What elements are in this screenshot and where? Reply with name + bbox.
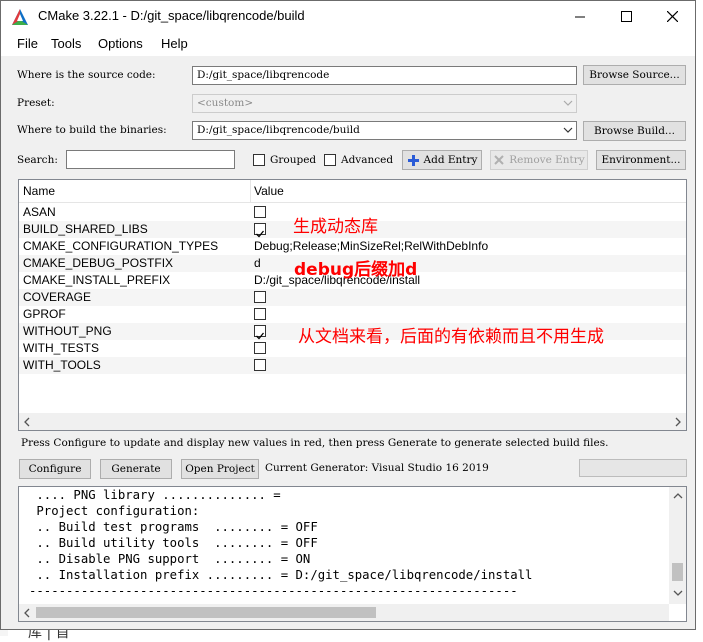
add-entry-label: Add Entry [423,154,478,166]
entry-value: d [254,256,261,270]
log-line: .. Installation prefix ......... = D:/gi… [29,568,533,582]
minimize-icon [575,16,585,17]
annotation-debug-postfix: debug后缀加d [294,260,418,280]
title-bar[interactable]: CMake 3.22.1 - D:/git_space/libqrencode/… [1,1,695,32]
chevron-right-icon[interactable] [673,417,683,427]
entry-name: GPROF [23,307,66,321]
remove-entry-label: Remove Entry [509,154,585,166]
configure-button[interactable]: Configure [19,459,91,479]
source-path-input[interactable]: D:/git_space/libqrencode [192,66,577,85]
menu-file[interactable]: File [17,36,38,51]
cmake-logo-icon [12,9,28,25]
build-path-value: D:/git_space/libqrencode/build [197,124,360,136]
search-label: Search: [17,154,58,166]
current-generator-label: Current Generator: Visual Studio 16 2019 [265,462,489,474]
entry-name: WITH_TESTS [23,341,100,355]
scrollbar-thumb[interactable] [672,563,683,581]
chevron-down-icon [563,100,573,106]
table-row[interactable]: CMAKE_CONFIGURATION_TYPES Debug;Release;… [19,238,686,255]
progress-bar [579,459,687,477]
entry-name: COVERAGE [23,290,92,304]
cmake-window: CMake 3.22.1 - D:/git_space/libqrencode/… [0,0,696,630]
entry-value: Debug;Release;MinSizeRel;RelWithDebInfo [254,239,489,253]
window-title: CMake 3.22.1 - D:/git_space/libqrencode/… [38,8,305,23]
preset-select[interactable]: <custom> [192,94,577,113]
grouped-label: Grouped [270,154,317,166]
close-button[interactable] [649,1,695,32]
column-divider[interactable] [250,180,251,202]
maximize-button[interactable] [603,1,649,32]
plus-icon [407,154,419,166]
value-checkbox[interactable] [254,223,266,238]
maximize-icon [620,11,632,22]
menu-help[interactable]: Help [161,36,188,51]
generate-button[interactable]: Generate [100,459,172,479]
log-line: ----------------------------------------… [29,584,518,598]
chevron-down-icon [563,127,573,133]
annotation-without-png: 从文档来看，后面的有依赖而且不用生成 [298,327,604,347]
remove-icon [494,155,504,165]
browse-source-button[interactable]: Browse Source... [583,65,686,85]
output-log[interactable]: .... PNG library .............. = Projec… [18,486,687,622]
table-row[interactable]: GPROF [19,306,686,323]
add-entry-button[interactable]: Add Entry [402,150,482,170]
table-row[interactable]: WITH_TOOLS [19,357,686,374]
value-checkbox[interactable] [254,308,266,320]
build-label: Where to build the binaries: [17,124,167,136]
entry-name: WITH_TOOLS [23,358,101,372]
entry-name: CMAKE_CONFIGURATION_TYPES [23,239,219,253]
log-line: .. Disable PNG support ........ = ON [29,552,311,566]
value-checkbox[interactable] [254,325,266,340]
preset-label: Preset: [17,97,55,109]
column-header-name[interactable]: Name [23,184,55,198]
chevron-left-icon[interactable] [22,608,32,618]
advanced-checkbox[interactable] [324,154,336,166]
value-checkbox[interactable] [254,342,266,354]
menu-options[interactable]: Options [98,36,143,51]
table-row[interactable]: COVERAGE [19,289,686,306]
annotation-shared-libs: 生成动态库 [293,217,378,237]
menu-bar: File Tools Options Help [1,32,695,56]
build-path-select[interactable]: D:/git_space/libqrencode/build [192,121,577,140]
entry-name: ASAN [23,205,56,219]
open-project-button[interactable]: Open Project [181,459,259,479]
chevron-up-icon[interactable] [673,491,683,501]
log-vertical-scrollbar[interactable] [669,487,686,604]
chevron-left-icon[interactable] [22,417,32,427]
entry-name: CMAKE_INSTALL_PREFIX [23,273,171,287]
log-line: Project configuration: [29,504,200,518]
menu-tools[interactable]: Tools [51,36,81,51]
value-checkbox[interactable] [254,291,266,303]
search-input[interactable] [66,150,235,169]
source-label: Where is the source code: [17,69,156,81]
log-line: .. Build test programs ........ = OFF [29,520,318,534]
chevron-down-icon[interactable] [673,588,683,598]
log-line: .. Build utility tools ........ = OFF [29,536,318,550]
browse-build-button[interactable]: Browse Build... [583,121,686,141]
column-header-value[interactable]: Value [254,184,284,198]
preset-value: <custom> [197,97,254,109]
entry-name: CMAKE_DEBUG_POSTFIX [23,256,174,270]
table-header: Name Value [19,180,686,203]
log-line: .... PNG library .............. = [29,488,281,502]
advanced-label: Advanced [341,154,394,166]
scrollbar-thumb[interactable] [36,607,376,618]
minimize-button[interactable] [557,1,603,32]
grouped-checkbox[interactable] [253,154,265,166]
table-horizontal-scrollbar[interactable] [19,413,686,430]
entry-name: BUILD_SHARED_LIBS [23,222,148,236]
value-checkbox[interactable] [254,206,266,218]
remove-entry-button[interactable]: Remove Entry [490,150,588,170]
status-message: Press Configure to update and display ne… [21,437,609,449]
value-checkbox[interactable] [254,359,266,371]
close-icon [666,11,678,22]
environment-button[interactable]: Environment... [596,150,686,170]
log-horizontal-scrollbar[interactable] [19,604,669,621]
entry-name: WITHOUT_PNG [23,324,112,338]
